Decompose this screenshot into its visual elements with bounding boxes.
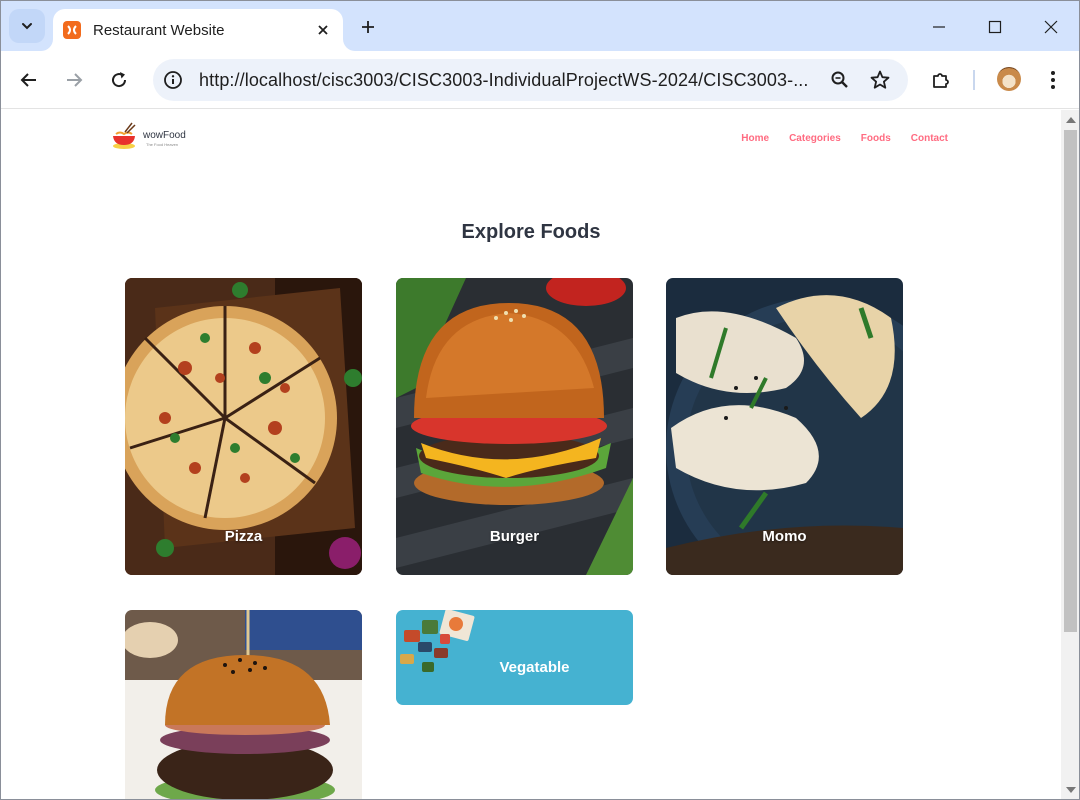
maximize-icon — [988, 20, 1002, 34]
category-label: Pizza — [224, 528, 263, 545]
maximize-button[interactable] — [981, 13, 1009, 41]
category-label: Burger — [489, 528, 540, 545]
main-menu: Home Categories Foods Contact — [741, 133, 948, 144]
tab-title: Restaurant Website — [93, 21, 225, 39]
tab-search-button[interactable] — [9, 9, 45, 43]
logo-text: wowFood — [143, 130, 186, 141]
arrow-left-icon — [20, 73, 36, 87]
xampp-favicon-icon — [63, 21, 81, 39]
puzzle-icon — [933, 73, 949, 88]
special-burger-image — [125, 610, 362, 799]
toolbar-separator — [973, 70, 975, 90]
browser-tab[interactable]: Restaurant Website — [53, 9, 343, 51]
page-heading: Explore Foods — [461, 221, 601, 243]
close-icon — [1044, 20, 1058, 34]
browser-window: Restaurant Website http://localhost/cisc… — [0, 0, 1080, 800]
forward-button[interactable] — [60, 66, 88, 94]
category-label: Vegatable — [499, 659, 570, 676]
bookmark-star-icon[interactable] — [865, 65, 895, 95]
food-bowl-logo-icon — [113, 122, 136, 149]
site-info-icon[interactable] — [161, 68, 185, 92]
plus-icon — [362, 21, 374, 33]
category-card-special-burger[interactable] — [125, 610, 362, 799]
more-vertical-icon — [1051, 71, 1055, 89]
browser-toolbar: http://localhost/cisc3003/CISC3003-Indiv… — [1, 51, 1079, 109]
close-window-button[interactable] — [1037, 13, 1065, 41]
menu-link-categories[interactable]: Categories — [789, 133, 841, 144]
menu-link-home[interactable]: Home — [741, 133, 769, 144]
extensions-button[interactable] — [927, 66, 955, 94]
url-text[interactable]: http://localhost/cisc3003/CISC3003-Indiv… — [199, 70, 819, 91]
scroll-up-arrow-icon[interactable] — [1066, 117, 1076, 123]
address-bar[interactable]: http://localhost/cisc3003/CISC3003-Indiv… — [153, 59, 908, 101]
scroll-down-arrow-icon[interactable] — [1066, 787, 1076, 793]
category-label: Momo — [762, 528, 807, 545]
menu-button[interactable] — [1039, 66, 1067, 94]
menu-link-foods[interactable]: Foods — [861, 133, 891, 144]
close-tab-icon[interactable] — [313, 20, 333, 40]
site-logo[interactable]: wowFood The Food Heaven — [110, 122, 200, 152]
new-tab-button[interactable] — [355, 14, 381, 40]
logo-tagline: The Food Heaven — [146, 142, 179, 147]
page-scrollbar[interactable] — [1061, 110, 1079, 799]
arrow-right-icon — [67, 73, 83, 87]
category-card-burger[interactable]: Burger — [396, 278, 633, 575]
tab-strip: Restaurant Website — [1, 1, 1079, 51]
back-button[interactable] — [15, 66, 43, 94]
minimize-button[interactable] — [925, 13, 953, 41]
category-card-vegetable[interactable]: Vegatable — [396, 610, 633, 705]
page-viewport: wowFood The Food Heaven Home Categories … — [2, 110, 1060, 799]
zoom-icon[interactable] — [825, 65, 855, 95]
reload-button[interactable] — [105, 66, 133, 94]
category-card-pizza[interactable]: Pizza — [125, 278, 362, 575]
minimize-icon — [933, 26, 945, 28]
chevron-down-icon — [22, 23, 32, 30]
reload-icon — [112, 72, 127, 88]
scroll-thumb[interactable] — [1064, 130, 1077, 632]
menu-link-contact[interactable]: Contact — [911, 133, 948, 144]
category-card-momo[interactable]: Momo — [666, 278, 903, 575]
profile-avatar[interactable] — [997, 67, 1021, 91]
